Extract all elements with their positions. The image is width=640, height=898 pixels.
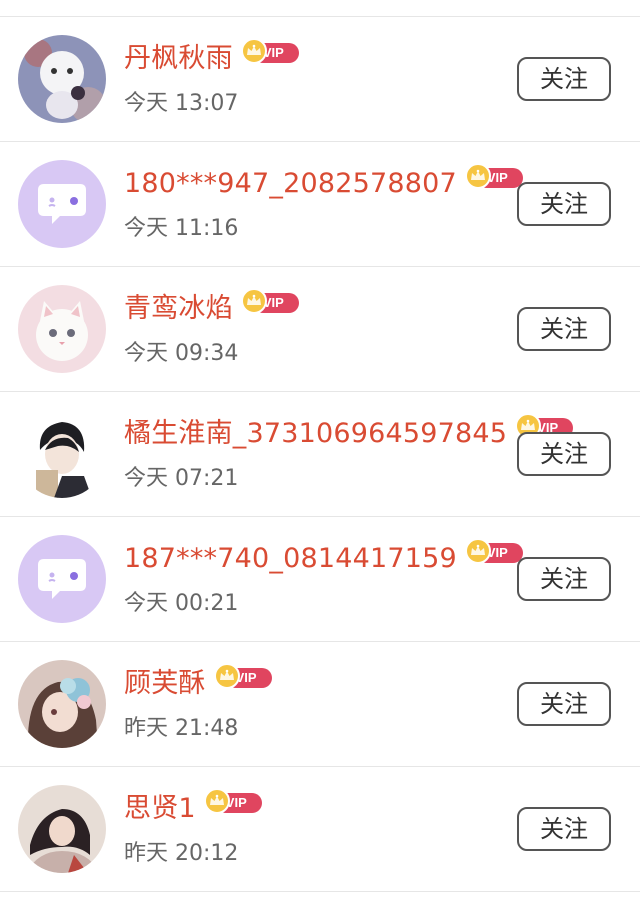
follow-button[interactable]: 关注 bbox=[517, 57, 611, 101]
crown-icon bbox=[213, 663, 240, 689]
list-item[interactable]: 青鸾冰焰 VIP 今天 09:34 关注 bbox=[0, 267, 640, 392]
username[interactable]: 丹枫秋雨 bbox=[124, 41, 233, 77]
list-item[interactable]: 顾芙酥 VIP 昨天 21:48 关注 bbox=[0, 642, 640, 767]
follow-button[interactable]: 关注 bbox=[517, 682, 611, 726]
list-item[interactable]: 180***947_2082578807 VIP 今天 11:16 关注 bbox=[0, 142, 640, 267]
anime-girl-flowers-avatar-icon bbox=[18, 660, 106, 748]
avatar[interactable] bbox=[18, 35, 106, 123]
follow-time: 今天 13:07 bbox=[124, 91, 239, 116]
avatar[interactable] bbox=[18, 285, 106, 373]
vip-badge: VIP bbox=[464, 538, 523, 564]
anime-boy-avatar-icon bbox=[18, 410, 106, 498]
crown-icon bbox=[464, 163, 491, 189]
username[interactable]: 思贤1 bbox=[124, 791, 196, 827]
follow-time: 今天 09:34 bbox=[124, 341, 239, 366]
follow-button[interactable]: 关注 bbox=[517, 432, 611, 476]
crown-icon bbox=[464, 538, 491, 564]
default-chat-bubble-avatar-icon bbox=[18, 535, 106, 623]
list-item[interactable]: 187***740_0814417159 VIP 今天 00:21 关注 bbox=[0, 517, 640, 642]
avatar[interactable] bbox=[18, 410, 106, 498]
username[interactable]: 橘生淮南_373106964597845 bbox=[124, 416, 507, 452]
vip-badge: VIP bbox=[213, 663, 272, 689]
vip-badge: VIP bbox=[203, 788, 262, 814]
default-chat-bubble-avatar-icon bbox=[18, 160, 106, 248]
follow-button[interactable]: 关注 bbox=[517, 807, 611, 851]
follow-time: 今天 07:21 bbox=[124, 466, 239, 491]
follow-time: 今天 11:16 bbox=[124, 216, 239, 241]
follow-button[interactable]: 关注 bbox=[517, 182, 611, 226]
follow-button[interactable]: 关注 bbox=[517, 307, 611, 351]
username[interactable]: 顾芙酥 bbox=[124, 666, 206, 702]
follower-list: 丹枫秋雨 VIP 今天 13:07 关注 180***947_208257880… bbox=[0, 17, 640, 892]
white-kitten-avatar-icon bbox=[18, 285, 106, 373]
vip-badge: VIP bbox=[240, 38, 299, 64]
avatar[interactable] bbox=[18, 785, 106, 873]
crown-icon bbox=[240, 288, 267, 314]
crown-icon bbox=[240, 38, 267, 64]
follow-button[interactable]: 关注 bbox=[517, 557, 611, 601]
avatar[interactable] bbox=[18, 660, 106, 748]
vip-badge: VIP bbox=[464, 163, 523, 189]
vip-badge: VIP bbox=[240, 288, 299, 314]
list-item[interactable]: 思贤1 VIP 昨天 20:12 关注 bbox=[0, 767, 640, 892]
list-item[interactable]: 丹枫秋雨 VIP 今天 13:07 关注 bbox=[0, 17, 640, 142]
anime-girl-white-cat-avatar-icon bbox=[18, 35, 106, 123]
follow-time: 昨天 20:12 bbox=[124, 841, 239, 866]
list-item[interactable]: 橘生淮南_373106964597845 VIP 今天 07:21 关注 bbox=[0, 392, 640, 517]
avatar[interactable] bbox=[18, 160, 106, 248]
username[interactable]: 187***740_0814417159 bbox=[124, 541, 457, 577]
girl-photo-avatar-icon bbox=[18, 785, 106, 873]
username[interactable]: 180***947_2082578807 bbox=[124, 166, 457, 202]
follow-time: 今天 00:21 bbox=[124, 591, 239, 616]
follow-time: 昨天 21:48 bbox=[124, 716, 239, 741]
crown-icon bbox=[203, 788, 230, 814]
username[interactable]: 青鸾冰焰 bbox=[124, 291, 233, 327]
avatar[interactable] bbox=[18, 535, 106, 623]
